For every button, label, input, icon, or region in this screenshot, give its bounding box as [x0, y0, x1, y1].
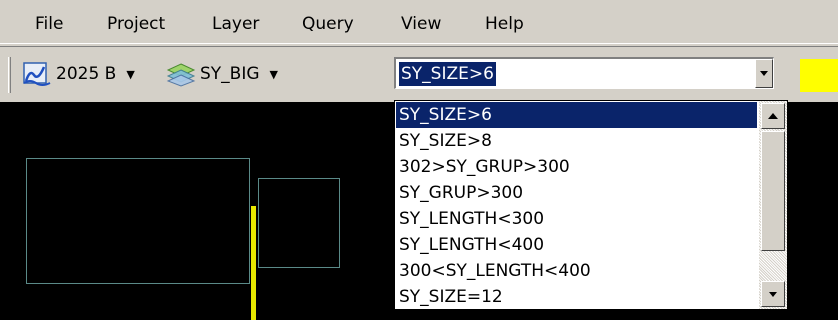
- survey-dropdown-arrow-icon[interactable]: ▼: [126, 68, 134, 81]
- query-combobox-value[interactable]: SY_SIZE>6: [399, 62, 496, 86]
- list-item[interactable]: 302>SY_GRUP>300: [396, 154, 757, 180]
- map-feature-line: [251, 206, 256, 320]
- list-item[interactable]: SY_SIZE>8: [396, 128, 757, 154]
- scrollbar-thumb[interactable]: [761, 131, 785, 251]
- scroll-up-button[interactable]: [761, 103, 785, 129]
- list-item[interactable]: SY_GRUP>300: [396, 180, 757, 206]
- menu-project[interactable]: Project: [107, 13, 165, 35]
- menu-file[interactable]: File: [35, 13, 63, 35]
- menu-query[interactable]: Query: [302, 13, 354, 35]
- list-item[interactable]: SY_SIZE=12: [396, 284, 757, 309]
- menu-view[interactable]: View: [401, 13, 441, 35]
- map-feature-rectangle: [26, 158, 250, 284]
- layer-selector[interactable]: SY_BIG ▼: [166, 61, 278, 87]
- menu-layer[interactable]: Layer: [212, 13, 259, 35]
- survey-label: 2025 B: [56, 64, 117, 84]
- list-item[interactable]: SY_LENGTH<300: [396, 206, 757, 232]
- chevron-down-icon: [769, 291, 777, 297]
- query-combobox[interactable]: SY_SIZE>6: [394, 57, 774, 89]
- query-combobox-button[interactable]: [755, 59, 773, 88]
- layers-icon: [166, 63, 196, 87]
- query-dropdown-list: SY_SIZE>6 SY_SIZE>8 302>SY_GRUP>300 SY_G…: [394, 100, 788, 310]
- dropdown-scrollbar[interactable]: [759, 101, 787, 309]
- river-map-icon: [23, 62, 51, 86]
- highlight-color-swatch[interactable]: [800, 59, 838, 92]
- chevron-up-icon: [768, 113, 778, 119]
- menu-help[interactable]: Help: [485, 13, 524, 35]
- list-item[interactable]: 300<SY_LENGTH<400: [396, 258, 757, 284]
- gis-application-window: File Project Layer Query View Help 2025 …: [0, 0, 838, 320]
- list-item[interactable]: SY_SIZE>6: [396, 102, 757, 128]
- chevron-down-icon: [760, 71, 768, 76]
- scroll-down-button[interactable]: [761, 281, 785, 307]
- menu-bar: File Project Layer Query View Help: [0, 0, 838, 44]
- layer-dropdown-arrow-icon[interactable]: ▼: [270, 68, 278, 81]
- survey-selector[interactable]: 2025 B ▼: [22, 61, 135, 87]
- layer-label: SY_BIG: [200, 64, 260, 84]
- list-item[interactable]: SY_LENGTH<400: [396, 232, 757, 258]
- toolbar-grip[interactable]: [8, 57, 11, 93]
- map-feature-rectangle: [258, 178, 340, 268]
